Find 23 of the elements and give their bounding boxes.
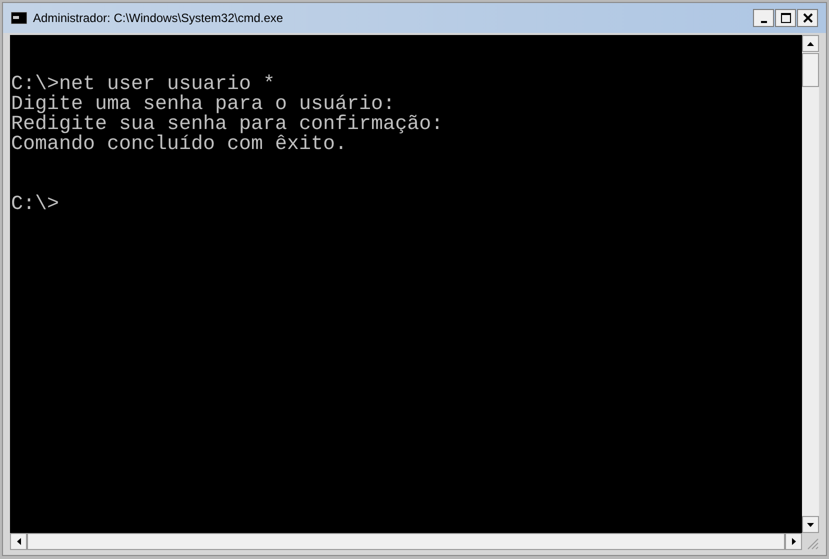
scroll-right-button[interactable]: [785, 533, 802, 550]
scroll-down-button[interactable]: [802, 516, 819, 533]
console-line: Digite uma senha para o usuário:: [11, 95, 396, 115]
vertical-scrollbar[interactable]: [802, 35, 819, 533]
down-arrow-icon: [807, 522, 814, 526]
scroll-thumb[interactable]: [802, 53, 819, 87]
console-line: C:\>net user usuario *: [11, 75, 276, 95]
close-icon: [802, 13, 812, 23]
maximize-button[interactable]: [775, 9, 796, 27]
window-title: Administrador: C:\Windows\System32\cmd.exe: [33, 10, 284, 27]
maximize-icon: [780, 13, 790, 23]
left-arrow-icon: [16, 538, 20, 545]
close-button[interactable]: [797, 9, 818, 27]
scroll-left-button[interactable]: [10, 533, 27, 550]
console-line: Redigite sua senha para confirmação:: [11, 115, 444, 135]
console-line: Comando concluído com êxito.: [11, 135, 348, 155]
minimize-icon: [760, 21, 766, 23]
console-prompt: C:\>: [11, 195, 60, 215]
right-arrow-icon: [792, 538, 796, 545]
minimize-button[interactable]: [753, 9, 774, 27]
scroll-up-button[interactable]: [802, 35, 819, 52]
up-arrow-icon: [807, 42, 814, 46]
console-icon: [11, 12, 27, 24]
